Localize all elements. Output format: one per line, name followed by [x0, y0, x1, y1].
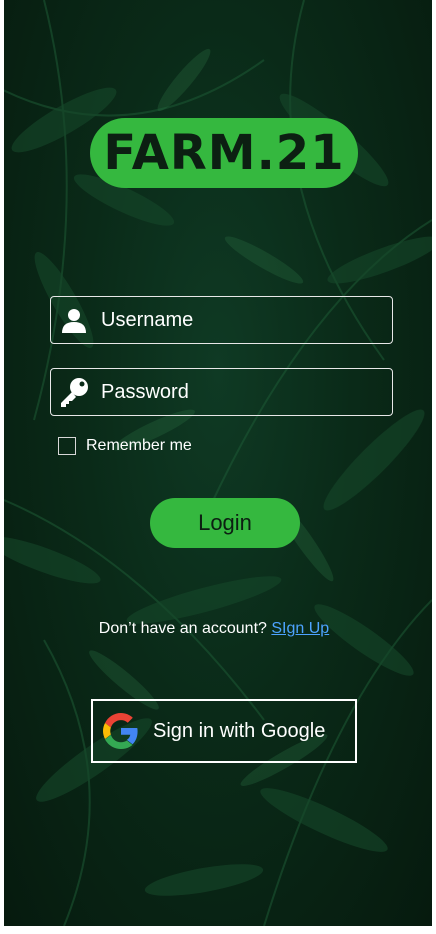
farm21-logo: FARM.21 [90, 118, 358, 188]
password-field[interactable] [50, 368, 393, 416]
key-icon [51, 369, 97, 415]
login-button[interactable]: Login [150, 498, 300, 548]
signup-prompt-row: Don’t have an account? SIgn Up [4, 620, 424, 638]
password-input[interactable] [97, 369, 392, 415]
username-field[interactable] [50, 296, 393, 344]
remember-me-checkbox[interactable] [58, 437, 76, 455]
google-signin-button[interactable]: Sign in with Google [91, 699, 357, 763]
google-icon [103, 713, 138, 749]
logo-text: FARM.21 [103, 125, 345, 181]
signup-link[interactable]: SIgn Up [271, 620, 329, 637]
username-input[interactable] [97, 297, 392, 343]
user-icon [51, 297, 97, 343]
remember-me-label: Remember me [86, 437, 192, 454]
remember-me: Remember me [58, 437, 192, 455]
google-signin-label: Sign in with Google [153, 719, 326, 742]
login-screen: FARM.21 Remember me Login Don’t have an … [4, 0, 432, 926]
signup-prompt-text: Don’t have an account? [98, 620, 267, 637]
